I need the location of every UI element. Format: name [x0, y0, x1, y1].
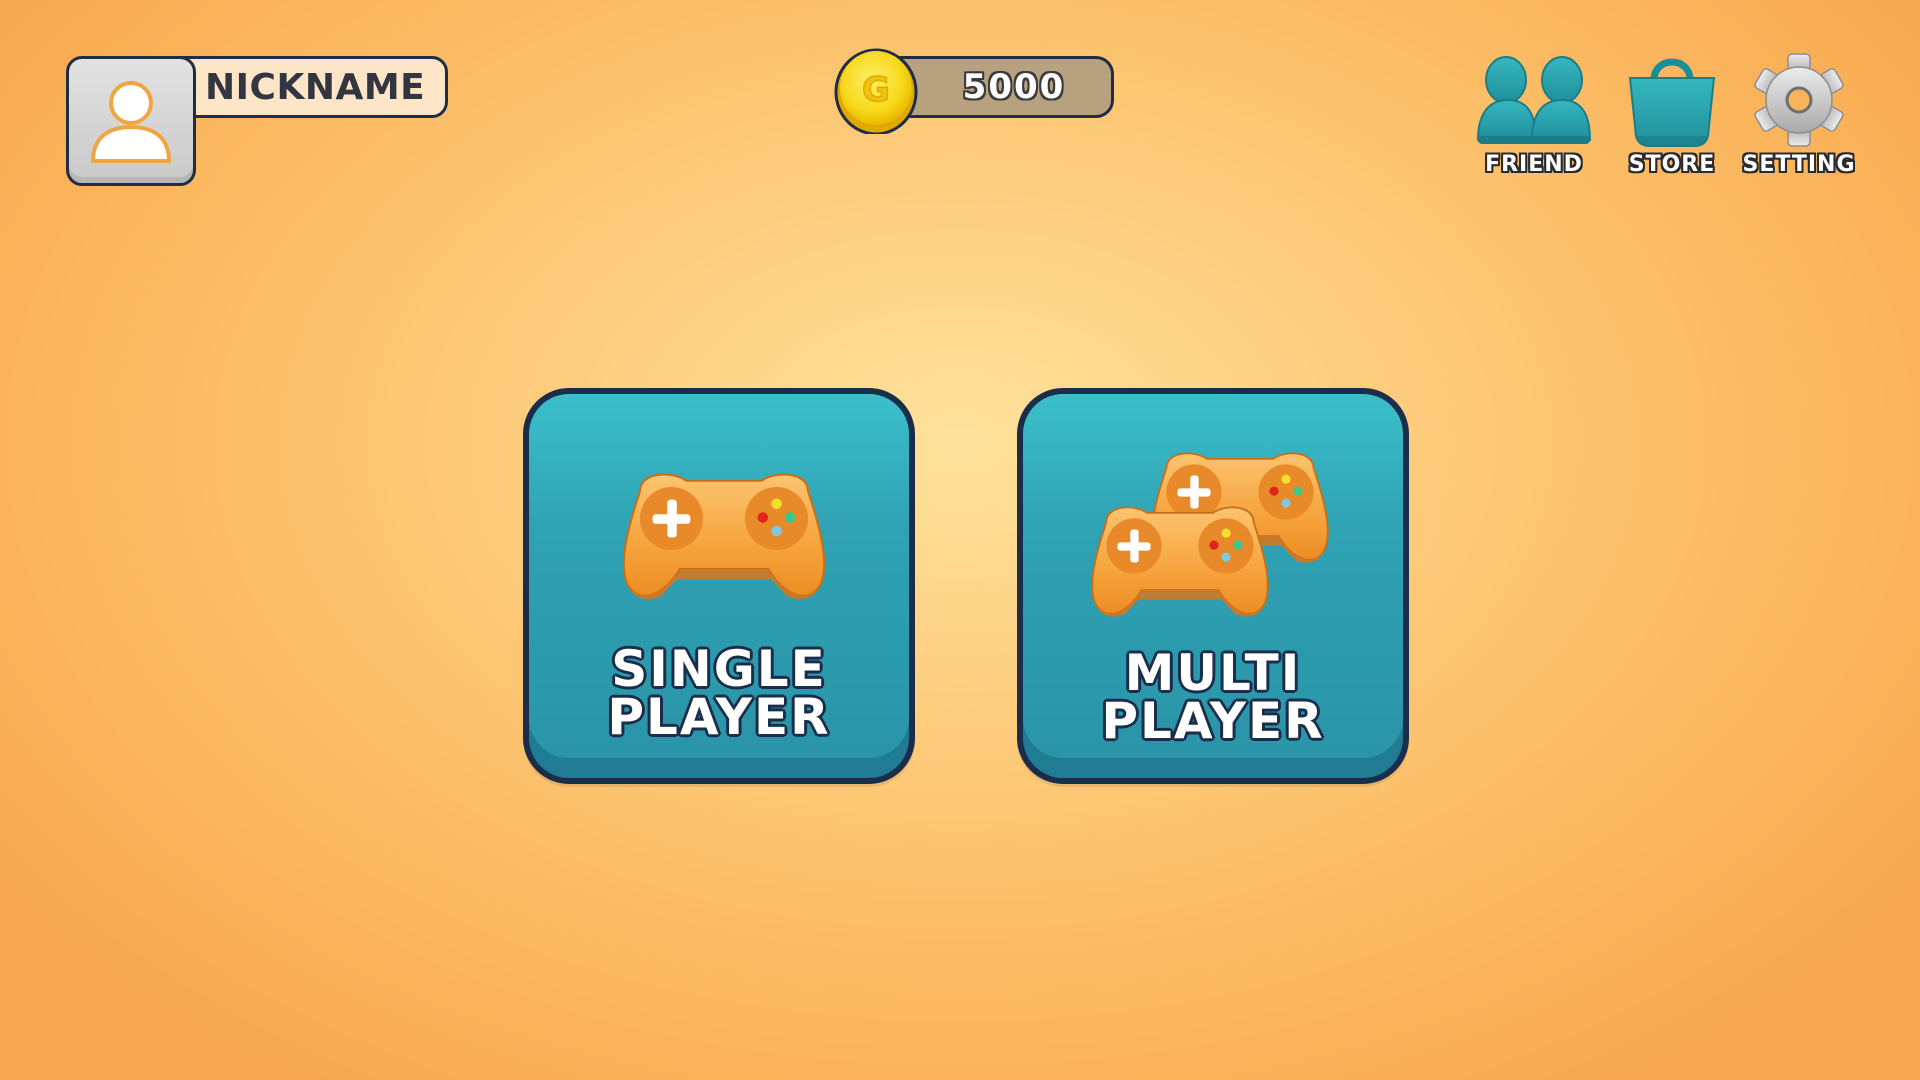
coin-amount: 5000 — [962, 67, 1066, 107]
single-player-title-line2: PLAYER — [607, 688, 831, 746]
nickname-text: NICKNAME — [205, 66, 426, 108]
setting-label: SETTING — [1742, 152, 1856, 177]
friend-label: FRIEND — [1485, 152, 1583, 177]
nickname-plate: NICKNAME — [166, 56, 448, 118]
setting-button[interactable]: SETTING — [1742, 52, 1856, 188]
multi-player-button[interactable]: MULTI PLAYER — [1017, 388, 1409, 784]
friend-button[interactable]: FRIEND — [1474, 52, 1594, 188]
store-label: STORE — [1628, 152, 1716, 177]
friends-icon — [1476, 56, 1592, 144]
two-gamepads-icon — [1091, 452, 1329, 618]
single-player-title-line1: SINGLE — [611, 640, 827, 698]
gear-icon — [1754, 53, 1844, 147]
single-player-button[interactable]: SINGLE PLAYER — [523, 388, 915, 784]
gamepad-icon — [622, 473, 826, 601]
multi-player-title-line2: PLAYER — [1101, 692, 1325, 750]
coin-counter: 5000 G — [834, 46, 1116, 136]
coin-symbol: G — [862, 70, 890, 110]
store-button[interactable]: STORE — [1620, 52, 1724, 188]
shopping-bag-icon — [1628, 58, 1716, 147]
gold-coin-icon: G — [834, 46, 918, 136]
profile-panel[interactable]: NICKNAME — [66, 56, 456, 186]
user-avatar-icon[interactable] — [66, 56, 196, 186]
multi-player-title-line1: MULTI — [1124, 644, 1302, 702]
